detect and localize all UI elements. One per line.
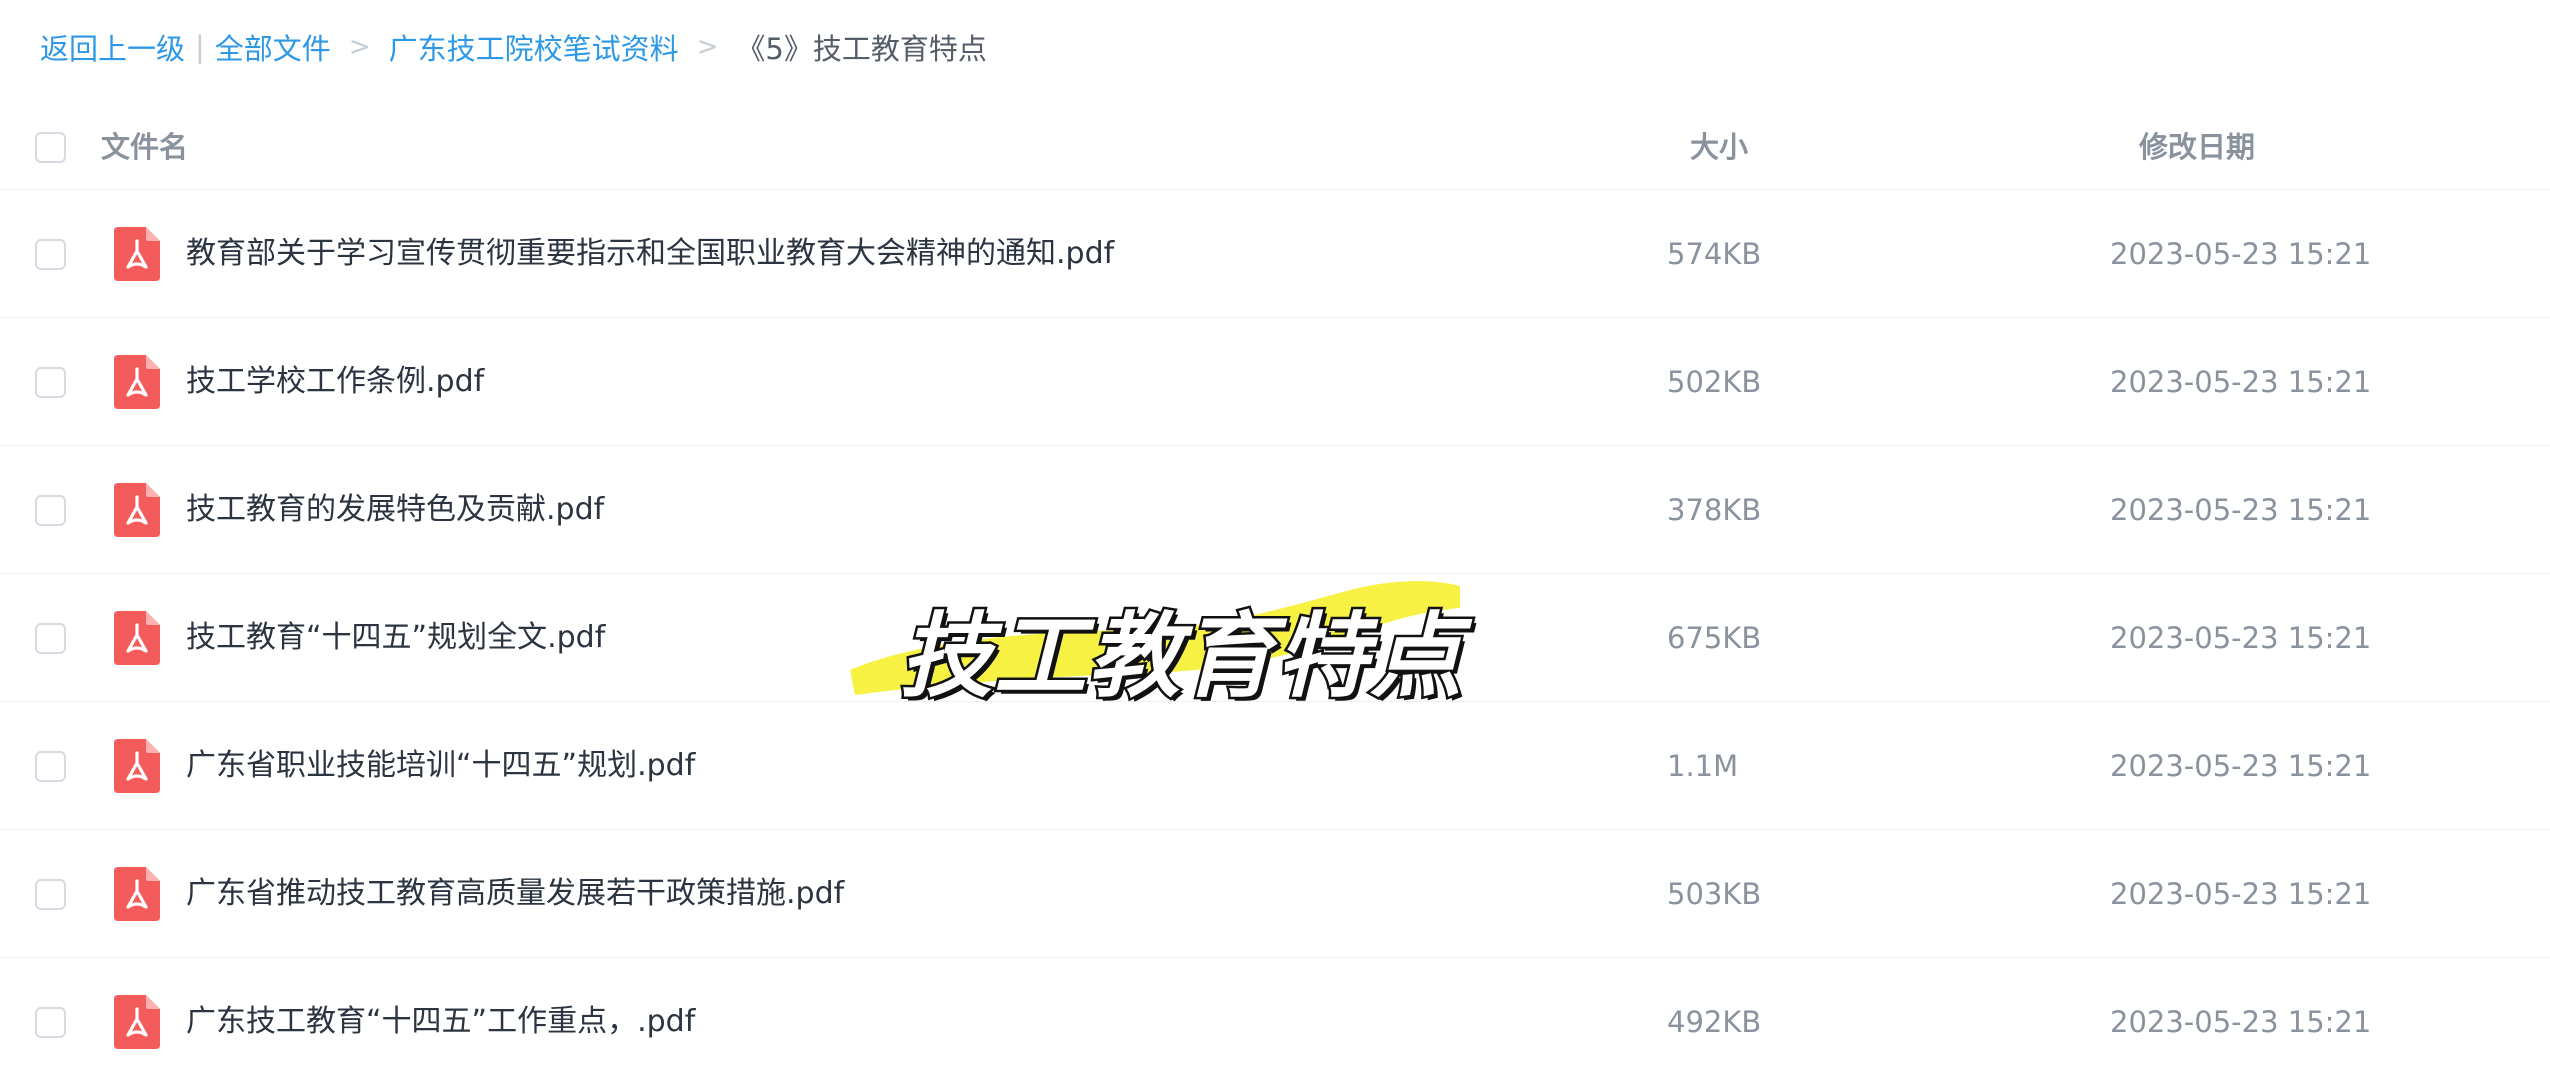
breadcrumb-all-files[interactable]: 全部文件 [215,26,331,68]
column-header-size[interactable]: 大小 [1690,105,1748,190]
file-modified-date: 2023-05-23 15:21 [2110,365,2372,399]
file-modified-date: 2023-05-23 15:21 [2110,877,2372,911]
breadcrumb-folder[interactable]: 广东技工院校笔试资料 [389,26,679,68]
table-header: 文件名 大小 修改日期 [0,105,2550,190]
file-modified-date: 2023-05-23 15:21 [2110,1005,2372,1039]
table-row[interactable]: 广东技工教育“十四五”工作重点，.pdf 492KB 2023-05-23 15… [0,958,2550,1080]
table-row[interactable]: 技工教育“十四五”规划全文.pdf 675KB 2023-05-23 15:21 [0,574,2550,702]
pdf-file-icon [112,225,162,283]
pdf-file-icon [112,737,162,795]
file-table: 文件名 大小 修改日期 教育部关于学习宣传贯彻重要指示和全国职业教育大会精神的通… [0,105,2550,1080]
row-checkbox[interactable] [35,750,66,782]
breadcrumb-divider: | [195,30,205,64]
file-modified-date: 2023-05-23 15:21 [2110,749,2372,783]
file-size: 378KB [1667,493,1762,527]
file-size: 502KB [1667,365,1762,399]
file-modified-date: 2023-05-23 15:21 [2110,621,2372,655]
column-header-date[interactable]: 修改日期 [2139,105,2255,190]
file-name[interactable]: 广东技工教育“十四五”工作重点，.pdf [186,958,695,1080]
pdf-file-icon [112,865,162,923]
column-header-name[interactable]: 文件名 [101,105,188,190]
file-name[interactable]: 技工教育的发展特色及贡献.pdf [186,446,604,574]
breadcrumb-separator: > [348,32,371,62]
file-modified-date: 2023-05-23 15:21 [2110,493,2372,527]
file-name[interactable]: 技工学校工作条例.pdf [186,318,484,446]
breadcrumb-current: 《5》技工教育特点 [736,32,987,66]
file-size: 574KB [1667,237,1762,271]
table-row[interactable]: 教育部关于学习宣传贯彻重要指示和全国职业教育大会精神的通知.pdf 574KB … [0,190,2550,318]
back-link[interactable]: 返回上一级 [40,26,185,68]
file-name[interactable]: 广东省推动技工教育高质量发展若干政策措施.pdf [186,830,844,958]
file-browser-page: 返回上一级 | 全部文件 > 广东技工院校笔试资料 > 《5》技工教育特点 文件… [0,0,2550,1080]
file-size: 503KB [1667,877,1762,911]
row-checkbox[interactable] [35,878,66,910]
pdf-file-icon [112,609,162,667]
row-checkbox[interactable] [35,494,66,526]
row-checkbox[interactable] [35,622,66,654]
table-row[interactable]: 广东省推动技工教育高质量发展若干政策措施.pdf 503KB 2023-05-2… [0,830,2550,958]
file-modified-date: 2023-05-23 15:21 [2110,237,2372,271]
file-name[interactable]: 教育部关于学习宣传贯彻重要指示和全国职业教育大会精神的通知.pdf [186,190,1114,318]
pdf-file-icon [112,993,162,1051]
file-name[interactable]: 广东省职业技能培训“十四五”规划.pdf [186,702,695,830]
row-checkbox[interactable] [35,1006,66,1038]
row-checkbox[interactable] [35,238,66,270]
pdf-file-icon [112,481,162,539]
file-size: 675KB [1667,621,1762,655]
table-row[interactable]: 技工学校工作条例.pdf 502KB 2023-05-23 15:21 [0,318,2550,446]
file-size: 1.1M [1667,749,1739,783]
select-all-checkbox[interactable] [35,132,66,163]
breadcrumb: 返回上一级 | 全部文件 > 广东技工院校笔试资料 > 《5》技工教育特点 [40,24,987,70]
file-size: 492KB [1667,1005,1762,1039]
table-row[interactable]: 广东省职业技能培训“十四五”规划.pdf 1.1M 2023-05-23 15:… [0,702,2550,830]
table-row[interactable]: 技工教育的发展特色及贡献.pdf 378KB 2023-05-23 15:21 [0,446,2550,574]
pdf-file-icon [112,353,162,411]
file-name[interactable]: 技工教育“十四五”规划全文.pdf [186,574,605,702]
breadcrumb-separator: > [696,32,719,62]
row-checkbox[interactable] [35,366,66,398]
